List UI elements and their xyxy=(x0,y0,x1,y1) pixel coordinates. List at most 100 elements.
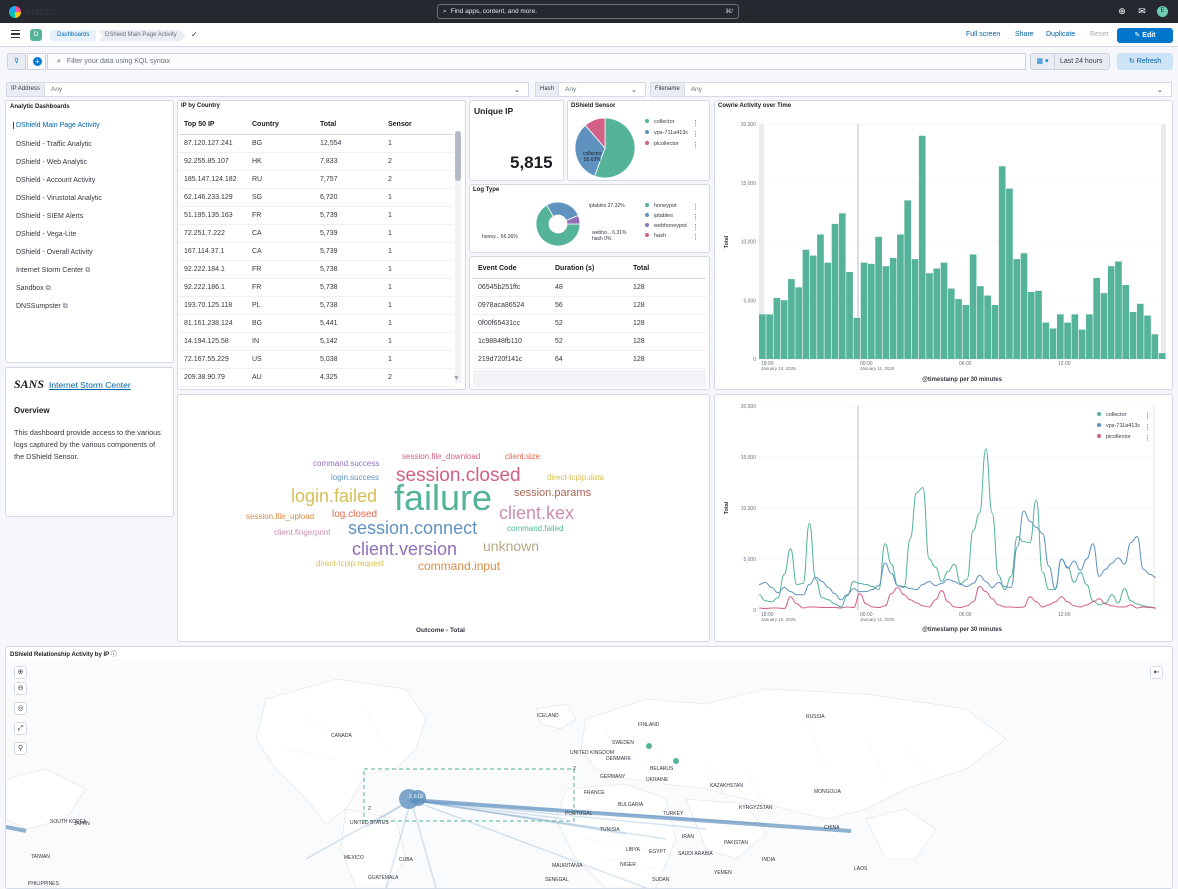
bar[interactable] xyxy=(853,317,861,359)
nav-link-vega[interactable]: DShield - Vega-Lite xyxy=(16,231,76,238)
zoom-out-button[interactable]: ⊖ xyxy=(14,682,27,695)
bar[interactable] xyxy=(977,286,984,359)
edit-button[interactable]: ✎ Edit xyxy=(1117,28,1173,43)
legend-item[interactable]: picollector ⋮ xyxy=(1097,434,1157,442)
nav-link-web[interactable]: DShield - Web Analytic xyxy=(16,159,87,166)
series-line[interactable] xyxy=(758,448,1157,609)
more-options-icon[interactable]: ⋮ xyxy=(692,130,699,138)
help-icon[interactable]: ⊕ xyxy=(1117,6,1127,16)
breadcrumb-dashboards[interactable]: Dashboards xyxy=(50,30,97,41)
bar[interactable] xyxy=(1042,322,1050,359)
refresh-button[interactable]: ↻ Refresh xyxy=(1117,53,1173,70)
more-options-icon[interactable]: ⋮ xyxy=(1144,434,1151,442)
wordcloud-word[interactable]: command.success xyxy=(313,460,379,468)
series-line[interactable] xyxy=(758,586,1157,609)
world-map[interactable]: 2,613 2 2 ICELAND FINLAND RUSSIA SWEDEN CANA… xyxy=(6,659,1172,888)
fullscreen-map-button[interactable]: ⤢ xyxy=(14,722,27,735)
bar[interactable] xyxy=(773,297,781,359)
draw-tool-button[interactable]: ⚲ xyxy=(14,742,27,755)
legend-item[interactable]: hash ⋮ xyxy=(645,233,705,241)
global-search-input[interactable]: ⌕ Find apps, content, and more. ⌘/ xyxy=(437,4,739,19)
wordcloud-word[interactable]: session.file_upload xyxy=(246,513,314,521)
legend-item[interactable]: iptables ⋮ xyxy=(645,213,705,221)
scroll-down-icon[interactable]: ▼ xyxy=(453,375,460,382)
nav-link-account[interactable]: DShield - Account Activity xyxy=(16,177,95,184)
scrollbar-thumb[interactable] xyxy=(455,131,461,181)
bar[interactable] xyxy=(1013,259,1021,359)
bar[interactable] xyxy=(984,295,991,359)
bar[interactable] xyxy=(759,314,766,359)
bar[interactable] xyxy=(795,287,803,359)
nav-link-isc[interactable]: Internet Storm Center ⧉ xyxy=(16,267,90,275)
wordcloud-word[interactable]: login.failed xyxy=(291,487,377,505)
layer-control-button[interactable]: ⇤ xyxy=(1150,666,1163,679)
wordcloud-word[interactable]: unknown xyxy=(483,539,539,553)
nav-link-main-page[interactable]: DShield Main Page Activity xyxy=(13,122,100,129)
isc-link[interactable]: Internet Storm Center xyxy=(49,380,131,390)
wordcloud-word[interactable]: client.fingerprint xyxy=(274,529,330,537)
bar[interactable] xyxy=(1035,290,1042,359)
date-picker[interactable]: ▦ ▾ Last 24 hours xyxy=(1030,53,1110,70)
reset-view-button[interactable]: ◎ xyxy=(14,702,27,715)
more-options-icon[interactable]: ⋮ xyxy=(692,119,699,127)
bar[interactable] xyxy=(969,254,977,359)
nav-link-sandbox[interactable]: Sandbox ⧉ xyxy=(16,285,51,293)
wordcloud-word[interactable]: log.closed xyxy=(332,510,377,520)
control-hash[interactable]: Hash Any ⌄ xyxy=(535,82,646,97)
bar[interactable] xyxy=(766,314,773,359)
more-options-icon[interactable]: ⋮ xyxy=(1144,423,1151,431)
bar[interactable] xyxy=(926,273,933,359)
legend-item[interactable]: webhoneypot ⋮ xyxy=(645,223,705,231)
bar[interactable] xyxy=(1151,334,1159,359)
column-header[interactable]: Top 50 IP xyxy=(179,115,247,135)
legend-item[interactable]: honeypot ⋮ xyxy=(645,203,705,211)
bar[interactable] xyxy=(947,288,955,360)
wordcloud-word[interactable]: direct-tcpip.request xyxy=(316,560,384,568)
control-filename[interactable]: Filename Any ⌄ xyxy=(650,82,1172,97)
bar[interactable] xyxy=(838,213,846,359)
column-header[interactable]: Total xyxy=(315,115,383,135)
filter-menu-button[interactable]: ⊽ xyxy=(7,53,26,70)
more-options-icon[interactable]: ⋮ xyxy=(692,203,699,211)
more-options-icon[interactable]: ⋮ xyxy=(692,213,699,221)
bar[interactable] xyxy=(1115,261,1122,359)
bar[interactable] xyxy=(1078,329,1086,359)
wordcloud-word[interactable]: direct-tcpip.data xyxy=(547,474,604,482)
bar[interactable] xyxy=(1107,266,1115,359)
column-header[interactable]: Duration (s) xyxy=(550,259,628,279)
bar[interactable] xyxy=(802,249,810,359)
bar[interactable] xyxy=(1049,328,1057,359)
calendar-icon[interactable]: ▦ ▾ xyxy=(1031,54,1055,69)
column-header[interactable]: Sensor xyxy=(383,115,453,135)
more-options-icon[interactable]: ⋮ xyxy=(692,233,699,241)
wordcloud-word[interactable]: client.size xyxy=(505,453,540,461)
bar[interactable] xyxy=(1056,314,1064,359)
share-button[interactable]: Share xyxy=(1015,31,1034,38)
wordcloud-word[interactable]: command.failed xyxy=(507,525,563,533)
bar[interactable] xyxy=(897,234,904,359)
bar[interactable] xyxy=(1122,284,1130,359)
wordcloud-word[interactable]: client.version xyxy=(352,540,457,558)
bar[interactable] xyxy=(955,299,962,359)
wordcloud-word[interactable]: login.success xyxy=(331,474,379,482)
bar[interactable] xyxy=(1006,188,1013,359)
bar[interactable] xyxy=(1064,322,1071,359)
bar[interactable] xyxy=(889,257,897,359)
column-header[interactable]: Total xyxy=(628,259,706,279)
full-screen-button[interactable]: Full screen xyxy=(966,31,1000,38)
legend-item[interactable]: picollector ⋮ xyxy=(645,141,705,149)
user-avatar[interactable]: E xyxy=(1157,6,1168,17)
nav-link-siem[interactable]: DShield - SIEM Alerts xyxy=(16,213,83,220)
column-header[interactable]: Country xyxy=(247,115,315,135)
bar[interactable] xyxy=(998,166,1006,359)
wordcloud-word[interactable]: session.closed xyxy=(396,466,521,485)
nav-link-dnssumpster[interactable]: DNSSumpster ⧉ xyxy=(16,303,68,311)
bar[interactable] xyxy=(1100,293,1108,359)
bar[interactable] xyxy=(831,223,839,359)
duplicate-button[interactable]: Duplicate xyxy=(1046,31,1075,38)
wordcloud-word[interactable]: session.connect xyxy=(348,519,477,537)
bar[interactable] xyxy=(991,304,999,359)
reset-button[interactable]: Reset xyxy=(1090,31,1108,38)
bar[interactable] xyxy=(1027,292,1035,359)
column-header[interactable]: Event Code xyxy=(473,259,550,279)
